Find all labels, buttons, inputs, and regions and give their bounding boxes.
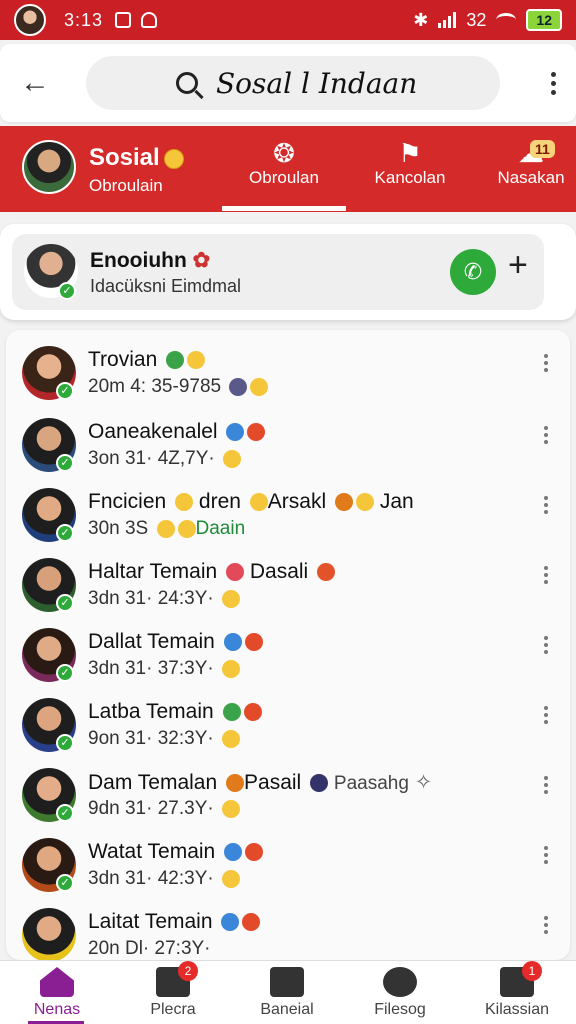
status-time: 3:13 — [64, 9, 104, 30]
online-check-icon: ✓ — [58, 282, 76, 300]
more-options-icon[interactable] — [544, 846, 548, 864]
online-check-icon: ✓ — [56, 382, 74, 400]
list-item[interactable]: ✓ Latba Temain 9on 31· 32:3Y· — [6, 682, 570, 752]
nav-baneial[interactable]: Baneial — [232, 967, 342, 1019]
active-tab-indicator — [222, 206, 346, 211]
chat-meta: 30n 3S Daain — [88, 518, 246, 539]
pinned-name: Enooiuhn ✿ — [90, 249, 211, 272]
more-options-icon[interactable] — [544, 636, 548, 654]
storage-icon — [141, 12, 158, 28]
profile-title: Sosial — [89, 144, 184, 172]
more-options-icon[interactable] — [544, 706, 548, 724]
list-item[interactable]: Laitat Temain 20n Dl· 27:3Y· — [6, 892, 570, 960]
tools-icon: 1 — [500, 961, 542, 997]
chat-bubble-icon: ❂ — [273, 138, 295, 168]
flag-icon: ⚑ — [398, 138, 422, 168]
signal-icon — [438, 12, 457, 28]
status-avatar — [14, 4, 46, 36]
battery-icon: 12 — [526, 9, 562, 31]
tab-badge: 11 — [530, 140, 555, 158]
more-options-icon[interactable] — [544, 566, 548, 584]
chat-meta: 20n Dl· 27:3Y· — [88, 938, 211, 959]
avatar — [22, 908, 76, 960]
add-button[interactable]: + — [508, 246, 528, 285]
status-bar: 3:13 ✱ 32 12 — [0, 0, 576, 40]
signal-text: 32 — [466, 9, 487, 30]
online-check-icon: ✓ — [56, 664, 74, 682]
pinned-chat-card[interactable]: ✓ Enooiuhn ✿ Idacüksni Eimdmal ✆ + — [0, 224, 576, 320]
tab-obroulan[interactable]: ❂ Obroulan — [246, 138, 322, 188]
call-button[interactable]: ✆ — [450, 249, 496, 295]
chat-list: ✓ Trovian 20m 4: 35-9785 ✓ Oaneakenalel … — [6, 330, 570, 960]
nav-badge: 2 — [178, 961, 198, 981]
search-header: ← Sosal l Indaan — [0, 44, 576, 122]
camera-icon — [383, 967, 417, 997]
search-value: Sosal l Indaan — [216, 66, 418, 100]
nav-kilassian[interactable]: 1 Kilassian — [462, 961, 572, 1019]
profile-subtitle: Obroulain — [89, 176, 163, 195]
chat-name: Laitat Temain — [88, 910, 261, 934]
tab-kancolan[interactable]: ⚑ Kancolan — [372, 138, 448, 188]
smiley-icon — [163, 148, 184, 169]
more-options-icon[interactable] — [544, 776, 548, 794]
chat-meta: 9dn 31· 27.3Y· — [88, 798, 240, 820]
more-options-icon[interactable] — [551, 71, 556, 95]
list-item[interactable]: ✓ Haltar Temain Dasali 3dn 31· 24:3Y· — [6, 542, 570, 612]
chat-name: Haltar Temain Dasali — [88, 560, 336, 584]
pinned-subtitle: Idacüksni Eimdmal — [90, 276, 242, 296]
chat-name: Dam Temalan Pasail Paasahg ✧ — [88, 771, 433, 794]
mail-icon: 2 — [156, 961, 198, 997]
online-check-icon: ✓ — [56, 594, 74, 612]
more-options-icon[interactable] — [544, 496, 548, 514]
layers-icon — [270, 967, 304, 997]
chat-meta: 3dn 31· 24:3Y· — [88, 588, 240, 610]
nav-badge: 1 — [522, 961, 542, 981]
notification-icon — [115, 12, 132, 28]
chat-name: Trovian — [88, 348, 206, 372]
online-check-icon: ✓ — [56, 524, 74, 542]
chat-name: Dallat Temain — [88, 630, 263, 654]
wifi-icon — [496, 13, 517, 27]
list-item[interactable]: ✓ Watat Temain 3dn 31· 42:3Y· — [6, 822, 570, 892]
online-check-icon: ✓ — [56, 874, 74, 892]
more-options-icon[interactable] — [544, 916, 548, 934]
search-icon — [176, 72, 198, 94]
list-item[interactable]: ✓ Trovian 20m 4: 35-9785 — [6, 330, 570, 400]
chat-meta: 20m 4: 35-9785 — [88, 376, 269, 398]
bottom-nav: Nenas 2 Plecra Baneial Filesog 1 Kilassi… — [0, 960, 576, 1024]
online-check-icon: ✓ — [56, 454, 74, 472]
chat-name: Oaneakenalel — [88, 420, 266, 444]
bluetooth-icon: ✱ — [413, 9, 429, 30]
chat-meta: 3dn 31· 37:3Y· — [88, 658, 240, 680]
nav-nenas[interactable]: Nenas — [2, 967, 112, 1019]
more-options-icon[interactable] — [544, 354, 548, 372]
nav-filesog[interactable]: Filesog — [345, 967, 455, 1019]
chat-meta: 9on 31· 32:3Y· — [88, 728, 240, 750]
chat-name: Fncicien dren Arsakl Jan — [88, 490, 414, 513]
list-item[interactable]: ✓ Dam Temalan Pasail Paasahg ✧ 9dn 31· 2… — [6, 752, 570, 822]
home-icon — [40, 967, 74, 997]
list-item[interactable]: ✓ Fncicien dren Arsakl Jan 30n 3S Daain — [6, 472, 570, 542]
search-input[interactable]: Sosal l Indaan — [86, 56, 500, 110]
chat-meta: 3dn 31· 42:3Y· — [88, 868, 240, 890]
online-check-icon: ✓ — [56, 804, 74, 822]
chat-meta: 3on 31· 4Z,7Y· — [88, 448, 242, 470]
profile-avatar[interactable] — [22, 140, 76, 194]
back-arrow-icon[interactable]: ← — [20, 66, 64, 100]
chat-name: Latba Temain — [88, 700, 262, 724]
list-item[interactable]: ✓ Dallat Temain 3dn 31· 37:3Y· — [6, 612, 570, 682]
nav-plecra[interactable]: 2 Plecra — [118, 961, 228, 1019]
chat-name: Watat Temain — [88, 840, 264, 864]
tab-bar: Sosial Obroulain ❂ Obroulan ⚑ Kancolan ☁… — [0, 126, 576, 212]
more-options-icon[interactable] — [544, 426, 548, 444]
list-item[interactable]: ✓ Oaneakenalel 3on 31· 4Z,7Y· — [6, 402, 570, 472]
online-check-icon: ✓ — [56, 734, 74, 752]
